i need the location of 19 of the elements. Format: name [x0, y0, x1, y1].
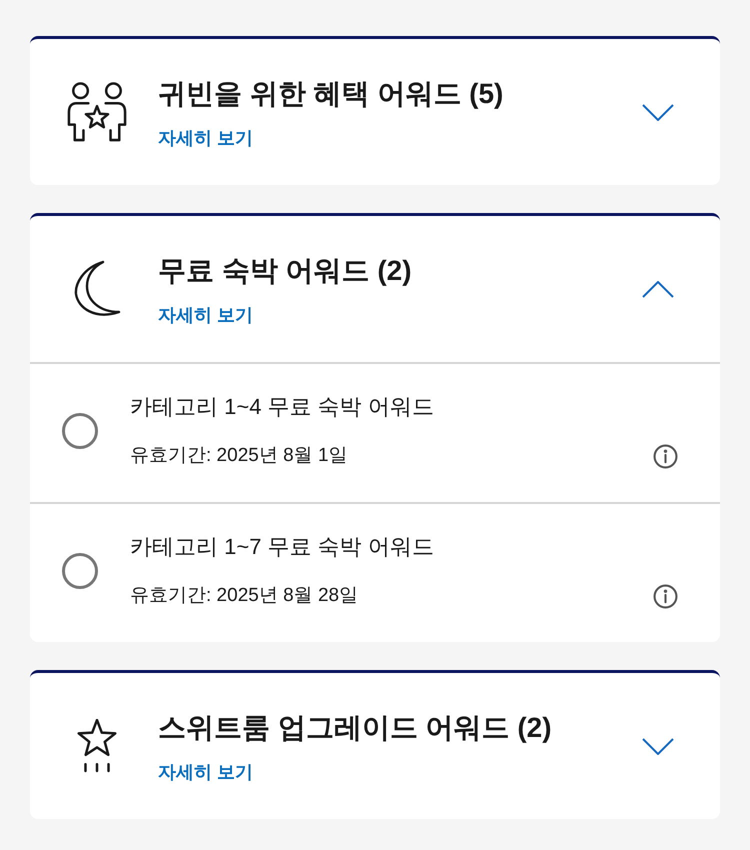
section-title: 스위트룸 업그레이드 어워드 (2) — [158, 711, 552, 745]
section-title: 무료 숙박 어워드 (2) — [158, 254, 412, 288]
validity-date: 유효기간: 2025년 8월 28일 — [130, 584, 358, 608]
section-title: 귀빈을 위한 혜택 어워드 (5) — [158, 77, 504, 111]
chevron-down-icon[interactable] — [642, 104, 674, 120]
people-with-star-icon — [66, 82, 128, 142]
info-icon[interactable] — [653, 444, 678, 468]
radio-button[interactable] — [62, 553, 98, 589]
award-name: 카테고리 1~7 무료 숙박 어워드 — [130, 533, 434, 561]
chevron-up-icon[interactable] — [642, 280, 674, 298]
details-link[interactable]: 자세히 보기 — [158, 303, 254, 327]
details-link[interactable]: 자세히 보기 — [158, 760, 254, 784]
validity-date: 유효기간: 2025년 8월 1일 — [130, 444, 348, 468]
details-link[interactable]: 자세히 보기 — [158, 126, 254, 150]
radio-button[interactable] — [62, 413, 98, 449]
info-icon[interactable] — [653, 584, 678, 608]
award-name: 카테고리 1~4 무료 숙박 어워드 — [130, 393, 434, 421]
crescent-moon-icon — [73, 260, 121, 318]
chevron-down-icon[interactable] — [642, 738, 674, 754]
